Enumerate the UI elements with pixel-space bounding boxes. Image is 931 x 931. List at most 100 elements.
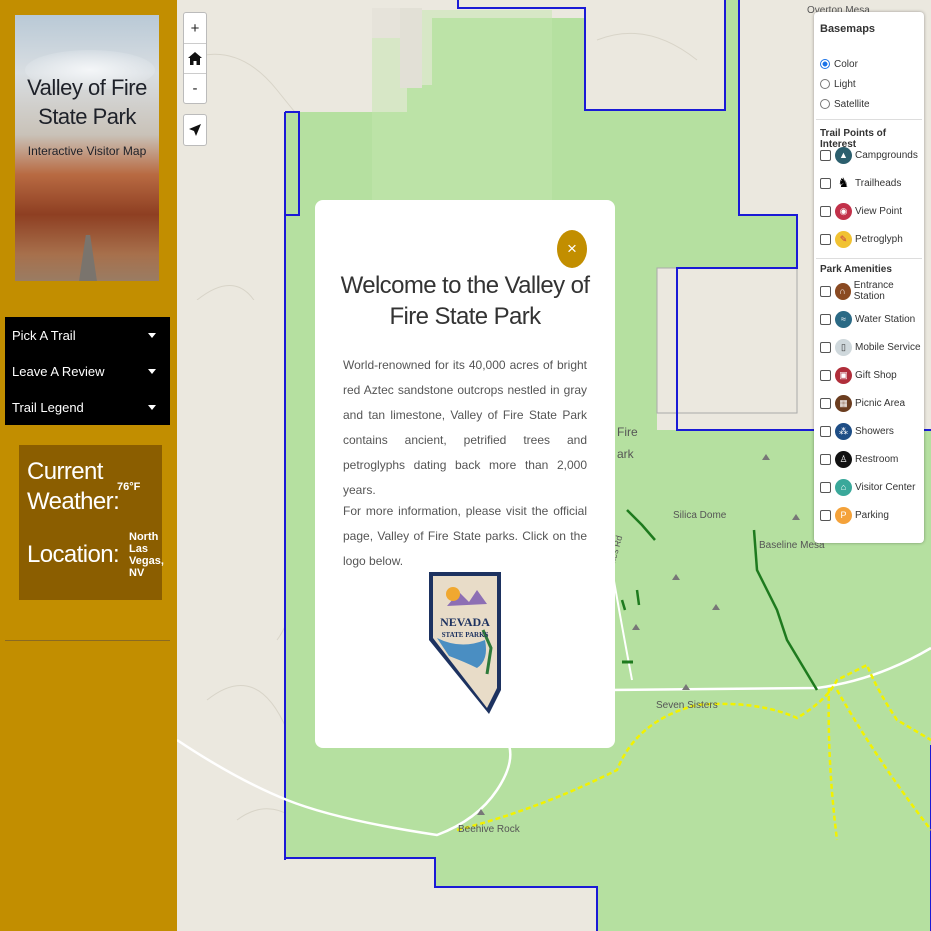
weather-panel: Current Weather: 76°F Location: North La…	[19, 445, 164, 600]
map-label-fire: Fire	[617, 425, 638, 439]
nevada-state-parks-logo-image: NEVADA STATE PARKS	[429, 572, 501, 714]
checkbox[interactable]	[820, 233, 831, 245]
option-label: Petroglyph	[855, 233, 903, 245]
checkbox[interactable]	[820, 341, 831, 353]
checkbox[interactable]	[820, 369, 831, 381]
weather-current-label: Current Weather:	[27, 458, 120, 515]
amenities-title: Park Amenities	[820, 264, 892, 275]
option-label: Gift Shop	[855, 369, 897, 381]
radio-button[interactable]	[820, 59, 830, 69]
layer-parking[interactable]: P Parking	[820, 506, 889, 524]
caret-down-icon	[148, 404, 156, 410]
parking-icon: P	[835, 506, 852, 524]
hero-image: Valley of Fire State Park Interactive Vi…	[15, 15, 159, 281]
welcome-modal: × Welcome to the Valley of Fire State Pa…	[315, 200, 615, 748]
map-label-park: ark	[617, 447, 634, 461]
locate-button[interactable]	[183, 114, 207, 146]
weather-temperature: 76°F	[117, 481, 141, 493]
nevada-state-parks-logo[interactable]: NEVADA STATE PARKS	[425, 570, 505, 716]
map-label-beehive-rock: Beehive Rock	[458, 824, 520, 835]
layer-visitor-center[interactable]: ⌂ Visitor Center	[820, 478, 915, 496]
option-label: Campgrounds	[855, 149, 918, 161]
zoom-control: + -	[183, 12, 207, 104]
basemaps-title: Basemaps	[820, 23, 876, 35]
gift-icon: ▣	[835, 366, 852, 384]
modal-paragraph-intro: World-renowned for its 40,000 acres of b…	[343, 358, 587, 497]
checkbox[interactable]	[820, 149, 831, 161]
layer-mobile-service[interactable]: ▯ Mobile Service	[820, 338, 921, 356]
menu-pick-a-trail[interactable]: Pick A Trail	[5, 317, 170, 353]
hero-road	[77, 235, 99, 281]
layer-water-station[interactable]: ≈ Water Station	[820, 310, 915, 328]
checkbox[interactable]	[820, 425, 831, 437]
weather-current-row: Current Weather: 76°F	[27, 457, 140, 517]
map-label-seven-sisters: Seven Sisters	[656, 700, 718, 711]
basemap-option-color[interactable]: Color	[820, 55, 858, 73]
modal-paragraph-info: For more information, please visit the o…	[343, 504, 587, 568]
picnic-icon: ▦	[835, 394, 852, 412]
panel-separator	[816, 258, 922, 259]
option-label: Parking	[855, 509, 889, 521]
caret-down-icon	[148, 368, 156, 374]
basemap-option-satellite[interactable]: Satellite	[820, 95, 870, 113]
zoom-out-button[interactable]: -	[184, 73, 206, 103]
option-label: Satellite	[834, 98, 870, 110]
hero-subtitle: Interactive Visitor Map	[27, 144, 147, 158]
option-label: View Point	[855, 205, 903, 217]
layer-showers[interactable]: ⁂ Showers	[820, 422, 894, 440]
option-label: Color	[834, 58, 858, 70]
checkbox[interactable]	[820, 205, 831, 217]
hero-title: Valley of Fire State Park	[27, 75, 147, 129]
option-label: Picnic Area	[855, 397, 906, 409]
layer-picnic-area[interactable]: ▦ Picnic Area	[820, 394, 905, 412]
modal-title: Welcome to the Valley of Fire State Park	[340, 272, 590, 330]
checkbox[interactable]	[820, 509, 831, 521]
radio-button[interactable]	[820, 79, 830, 89]
option-label: Water Station	[855, 313, 916, 325]
layer-petroglyph[interactable]: ✎ Petroglyph	[820, 230, 903, 248]
close-button[interactable]: ×	[557, 230, 587, 268]
option-label: Light	[834, 78, 856, 90]
caret-down-icon	[148, 332, 156, 338]
radio-button[interactable]	[820, 99, 830, 109]
logo-text: NEVADA STATE PARKS	[440, 615, 490, 639]
layer-view-point[interactable]: ◉ View Point	[820, 202, 902, 220]
home-button[interactable]	[184, 43, 206, 73]
mobile-icon: ▯	[835, 338, 852, 356]
checkbox[interactable]	[820, 453, 831, 465]
checkbox[interactable]	[820, 481, 831, 493]
sidebar: Valley of Fire State Park Interactive Vi…	[0, 0, 177, 931]
checkbox[interactable]	[820, 397, 831, 409]
viewpoint-icon: ◉	[835, 202, 852, 220]
map-label-silica-dome: Silica Dome	[673, 510, 727, 521]
locate-arrow-icon	[189, 124, 201, 136]
layer-restroom[interactable]: ♙ Restroom	[820, 450, 898, 468]
layer-trailheads[interactable]: ♞ Trailheads	[820, 174, 901, 192]
menu-label: Leave A Review	[12, 363, 105, 379]
checkbox[interactable]	[820, 313, 831, 325]
home-icon	[188, 52, 202, 65]
restroom-icon: ♙	[835, 450, 852, 468]
panel-separator	[816, 119, 922, 120]
basemap-option-light[interactable]: Light	[820, 75, 856, 93]
menu-label: Trail Legend	[12, 399, 84, 415]
sidebar-divider	[5, 640, 170, 641]
petroglyph-icon: ✎	[835, 230, 852, 248]
option-label: Trailheads	[855, 177, 902, 189]
option-label: Entrance Station	[853, 280, 894, 302]
layer-gift-shop[interactable]: ▣ Gift Shop	[820, 366, 897, 384]
menu-trail-legend[interactable]: Trail Legend	[5, 389, 170, 425]
checkbox[interactable]	[820, 177, 831, 189]
zoom-in-button[interactable]: +	[184, 13, 206, 43]
sidebar-menu: Pick A Trail Leave A Review Trail Legend	[5, 317, 170, 425]
checkbox[interactable]	[820, 285, 831, 297]
layer-entrance-station[interactable]: ∩ Entrance Station	[820, 280, 924, 302]
weather-location-label: Location:	[27, 541, 120, 568]
menu-leave-a-review[interactable]: Leave A Review	[5, 353, 170, 389]
weather-location-value: North Las Vegas, NV	[129, 531, 164, 579]
layers-panel: Basemaps Color Light Satellite Trail Poi…	[814, 12, 924, 543]
layer-campgrounds[interactable]: ▲ Campgrounds	[820, 146, 918, 164]
option-label: Showers	[855, 425, 894, 437]
option-label: Restroom	[855, 453, 899, 465]
hiker-icon: ♞	[835, 174, 852, 192]
